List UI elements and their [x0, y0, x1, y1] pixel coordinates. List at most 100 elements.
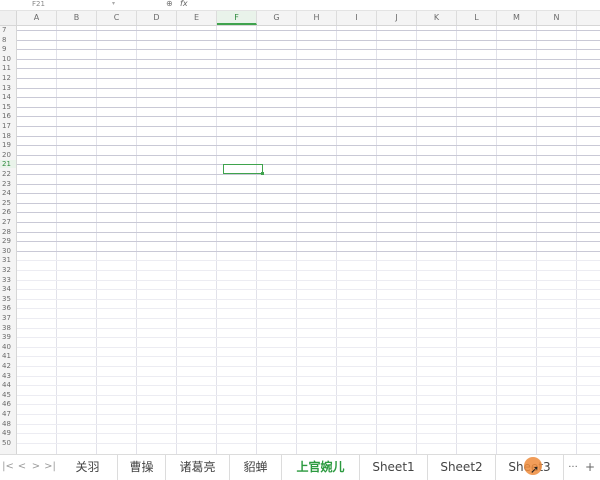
row-header-18[interactable]: 18 — [0, 132, 16, 140]
row-header-33[interactable]: 33 — [0, 276, 16, 284]
column-header-b[interactable]: B — [57, 11, 97, 25]
row-header-12[interactable]: 12 — [0, 74, 16, 82]
row-header-34[interactable]: 34 — [0, 285, 16, 293]
fill-handle[interactable] — [261, 172, 264, 175]
column-header-h[interactable]: H — [297, 11, 337, 25]
grid-hline — [17, 375, 600, 377]
row-header-14[interactable]: 14 — [0, 93, 16, 101]
sheet-tab-6[interactable]: Sheet2 — [428, 455, 496, 480]
first-sheet-button[interactable]: |< — [2, 458, 14, 476]
row-header-16[interactable]: 16 — [0, 112, 16, 120]
sheet-tab-1[interactable]: 曹操 — [118, 455, 166, 480]
grid-hline — [17, 250, 600, 252]
row-header-45[interactable]: 45 — [0, 391, 16, 399]
grid-vline — [136, 26, 137, 454]
row-header-50[interactable]: 50 — [0, 439, 16, 447]
row-header-30[interactable]: 30 — [0, 247, 16, 255]
sheet-tab-3[interactable]: 貂蝉 — [230, 455, 282, 480]
column-header-e[interactable]: E — [177, 11, 217, 25]
column-header-n[interactable]: N — [537, 11, 577, 25]
row-header-8[interactable]: 8 — [0, 36, 16, 44]
last-sheet-button[interactable]: >| — [44, 458, 56, 476]
row-header-10[interactable]: 10 — [0, 55, 16, 63]
grid-hline — [17, 346, 600, 348]
column-header-j[interactable]: J — [377, 11, 417, 25]
grid-hline — [17, 279, 600, 281]
row-header-19[interactable]: 19 — [0, 141, 16, 149]
row-header-25[interactable]: 25 — [0, 199, 16, 207]
row-header-22[interactable]: 22 — [0, 170, 16, 178]
grid-vline — [256, 26, 257, 454]
row-header-49[interactable]: 49 — [0, 429, 16, 437]
name-box[interactable]: F21 — [28, 0, 114, 8]
row-header-20[interactable]: 20 — [0, 151, 16, 159]
row-header-46[interactable]: 46 — [0, 400, 16, 408]
grid-hline — [17, 337, 600, 339]
grid-hline — [17, 356, 600, 358]
row-header-42[interactable]: 42 — [0, 362, 16, 370]
row-header-38[interactable]: 38 — [0, 324, 16, 332]
grid-hline — [17, 289, 600, 291]
row-header-29[interactable]: 29 — [0, 237, 16, 245]
grid-hline — [17, 106, 600, 108]
row-header-26[interactable]: 26 — [0, 208, 16, 216]
row-header-15[interactable]: 15 — [0, 103, 16, 111]
grid-hline — [17, 270, 600, 271]
selected-cell[interactable] — [223, 164, 263, 174]
chevron-down-icon[interactable]: ▾ — [112, 0, 115, 9]
grid-hline — [17, 241, 600, 243]
row-header-37[interactable]: 37 — [0, 314, 16, 322]
column-header-c[interactable]: C — [97, 11, 137, 25]
grid-hline — [17, 135, 600, 137]
column-header-d[interactable]: D — [137, 11, 177, 25]
grid-hline — [17, 212, 600, 214]
sheet-tab-4[interactable]: 上官婉儿 — [282, 455, 360, 480]
grid-hline — [17, 423, 600, 425]
column-header-m[interactable]: M — [497, 11, 537, 25]
column-header-a[interactable]: A — [17, 11, 57, 25]
row-header-9[interactable]: 9 — [0, 45, 16, 53]
column-header-f[interactable]: F — [217, 11, 257, 25]
row-header-27[interactable]: 27 — [0, 218, 16, 226]
row-header-36[interactable]: 36 — [0, 304, 16, 312]
row-header-7[interactable]: 7 — [0, 26, 16, 34]
column-header-l[interactable]: L — [457, 11, 497, 25]
grid-hline — [17, 116, 600, 118]
grid-vline — [496, 26, 497, 454]
row-header-39[interactable]: 39 — [0, 333, 16, 341]
row-header-24[interactable]: 24 — [0, 189, 16, 197]
row-header-23[interactable]: 23 — [0, 180, 16, 188]
grid-vline — [536, 26, 537, 454]
column-header-i[interactable]: I — [337, 11, 377, 25]
prev-sheet-button[interactable]: < — [16, 458, 28, 476]
row-header-35[interactable]: 35 — [0, 295, 16, 303]
select-all-corner[interactable] — [0, 11, 17, 25]
row-header-11[interactable]: 11 — [0, 64, 16, 72]
row-header-43[interactable]: 43 — [0, 372, 16, 380]
row-header-17[interactable]: 17 — [0, 122, 16, 130]
fx-icon[interactable]: fx — [180, 0, 188, 9]
row-header-28[interactable]: 28 — [0, 228, 16, 236]
row-header-31[interactable]: 31 — [0, 256, 16, 264]
add-sheet-button[interactable]: + — [582, 455, 598, 480]
magnifier-icon[interactable]: ⊕ — [166, 0, 173, 9]
row-header-44[interactable]: 44 — [0, 381, 16, 389]
sheet-tab-2[interactable]: 诸葛亮 — [166, 455, 230, 480]
cell-grid[interactable] — [17, 26, 600, 454]
sheet-tab-5[interactable]: Sheet1 — [360, 455, 428, 480]
grid-hline — [17, 87, 600, 89]
more-sheets-button[interactable]: ··· — [565, 455, 581, 480]
grid-hline — [17, 404, 600, 406]
row-header-48[interactable]: 48 — [0, 420, 16, 428]
row-header-40[interactable]: 40 — [0, 343, 16, 351]
column-header-g[interactable]: G — [257, 11, 297, 25]
row-header-41[interactable]: 41 — [0, 352, 16, 360]
column-header-k[interactable]: K — [417, 11, 457, 25]
next-sheet-button[interactable]: > — [30, 458, 42, 476]
grid-hline — [17, 49, 600, 51]
row-header-13[interactable]: 13 — [0, 84, 16, 92]
row-header-32[interactable]: 32 — [0, 266, 16, 274]
row-header-47[interactable]: 47 — [0, 410, 16, 418]
sheet-tab-0[interactable]: 关羽 — [58, 455, 118, 480]
row-header-21[interactable]: 21 — [0, 160, 16, 169]
